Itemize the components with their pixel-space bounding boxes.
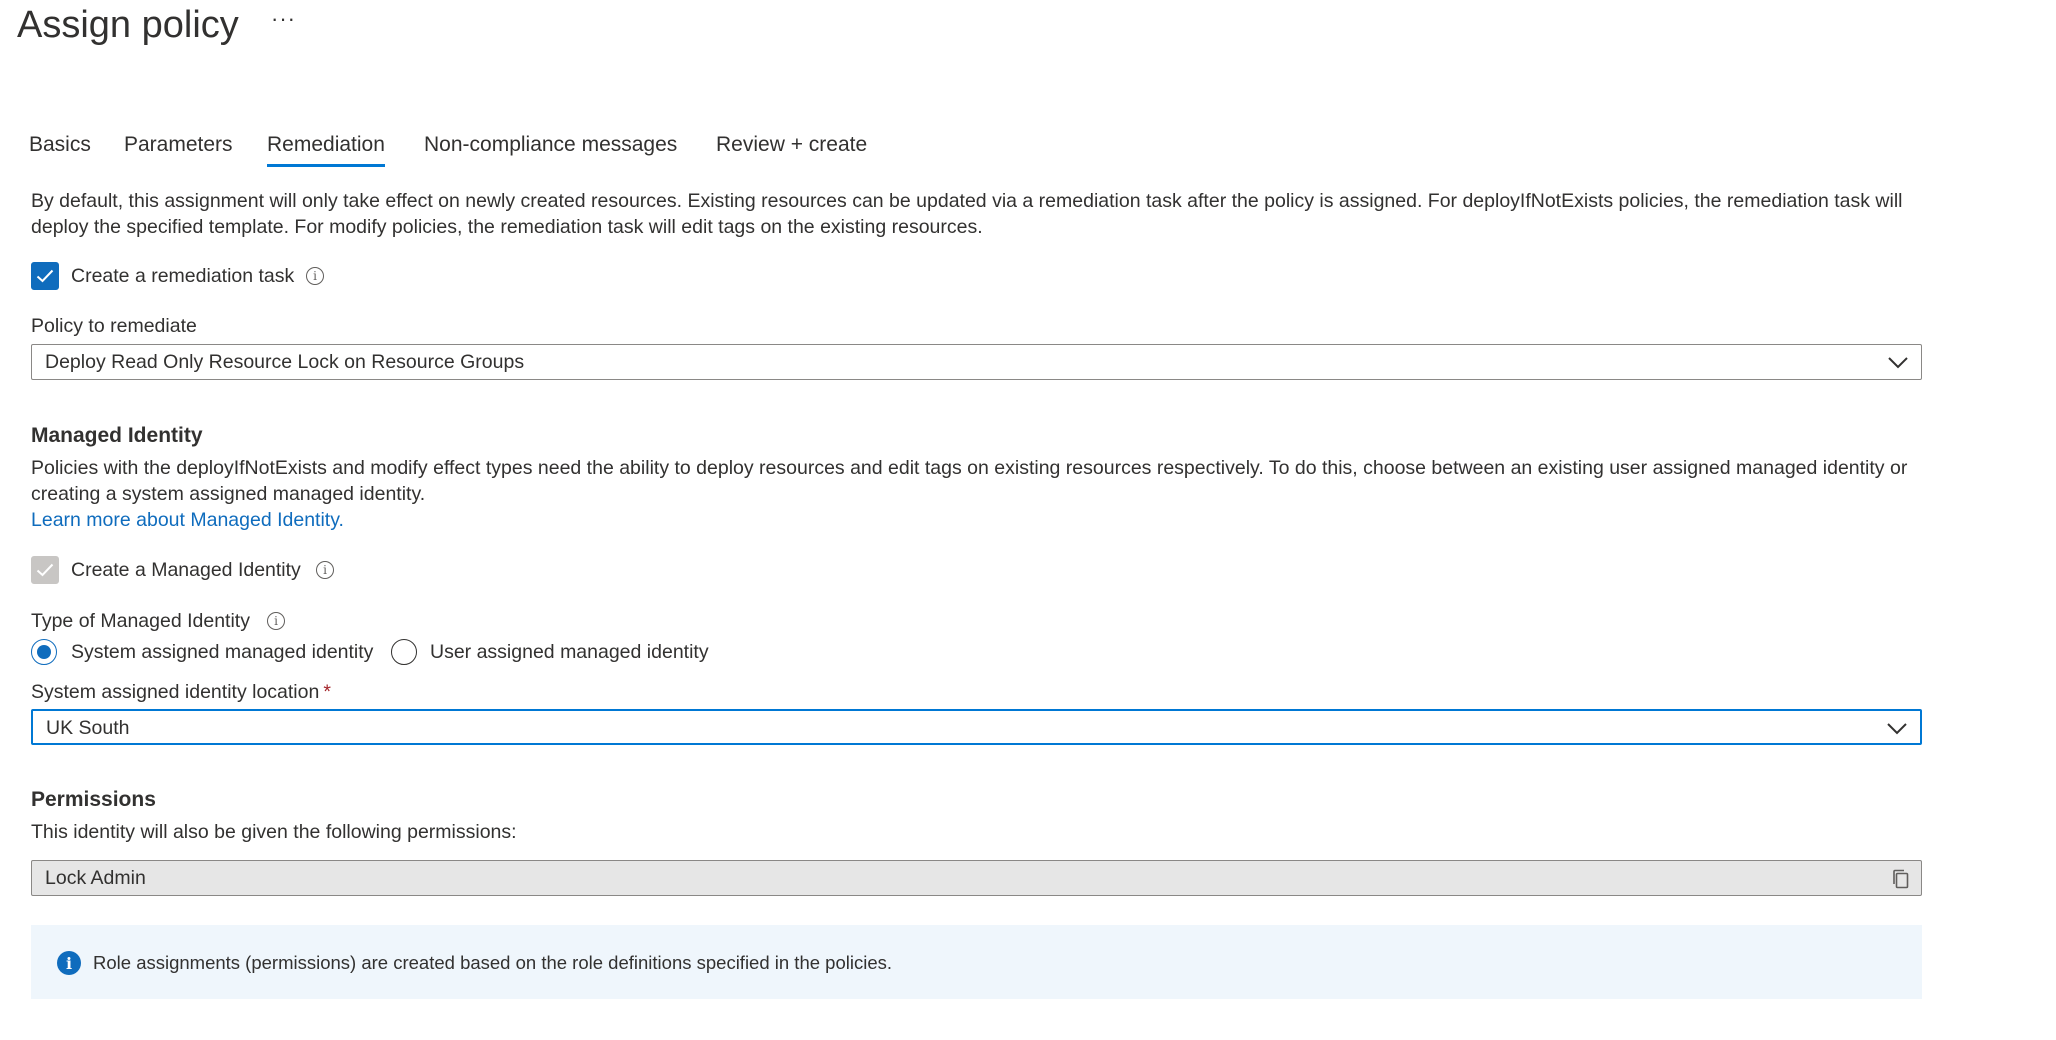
permissions-field: Lock Admin: [31, 860, 1922, 896]
tab-non-compliance-messages[interactable]: Non-compliance messages: [424, 126, 677, 164]
policy-to-remediate-label: Policy to remediate: [31, 315, 197, 337]
identity-location-value: UK South: [46, 717, 130, 739]
tab-remediation[interactable]: Remediation: [267, 126, 385, 167]
policy-to-remediate-value: Deploy Read Only Resource Lock on Resour…: [45, 351, 525, 373]
permissions-desc: This identity will also be given the fol…: [31, 821, 517, 843]
policy-to-remediate-dropdown[interactable]: Deploy Read Only Resource Lock on Resour…: [31, 344, 1922, 380]
managed-identity-type-label: Type of Managed Identity: [31, 610, 250, 632]
copy-icon[interactable]: [1891, 868, 1911, 890]
system-assigned-label[interactable]: System assigned managed identity: [71, 639, 373, 665]
create-managed-identity-checkbox: [31, 556, 59, 584]
user-assigned-radio[interactable]: [391, 639, 417, 665]
identity-location-dropdown[interactable]: UK South: [31, 709, 1922, 745]
managed-identity-heading: Managed Identity: [31, 424, 203, 447]
identity-location-label: System assigned identity location *: [31, 679, 331, 705]
chevron-down-icon: [1887, 723, 1907, 735]
tab-review-create[interactable]: Review + create: [716, 126, 867, 164]
identity-location-label-text: System assigned identity location: [31, 681, 320, 703]
remediation-intro-line-1: By default, this assignment will only ta…: [31, 190, 1903, 212]
info-icon: i: [57, 951, 81, 975]
more-options-button[interactable]: ···: [271, 6, 296, 32]
learn-more-managed-identity-link[interactable]: Learn more about Managed Identity.: [31, 507, 344, 533]
chevron-down-icon: [1888, 357, 1908, 369]
create-remediation-task-checkbox[interactable]: [31, 262, 59, 290]
info-message-text: Role assignments (permissions) are creat…: [93, 952, 893, 973]
info-icon[interactable]: i: [306, 267, 324, 285]
required-marker: *: [323, 681, 331, 703]
permissions-heading: Permissions: [31, 788, 156, 811]
permissions-value: Lock Admin: [45, 867, 146, 889]
tab-parameters[interactable]: Parameters: [124, 126, 233, 164]
create-remediation-task-label: Create a remediation task: [71, 265, 295, 287]
create-managed-identity-label: Create a Managed Identity: [71, 559, 301, 581]
managed-identity-desc-line-2: creating a system assigned managed ident…: [31, 483, 426, 505]
radio-selected-dot: [37, 645, 51, 659]
info-icon[interactable]: i: [267, 612, 285, 630]
user-assigned-label[interactable]: User assigned managed identity: [430, 639, 709, 665]
page-title: Assign policy: [17, 4, 239, 46]
tab-basics[interactable]: Basics: [29, 126, 91, 164]
system-assigned-radio[interactable]: [31, 639, 57, 665]
info-message-bar: i Role assignments (permissions) are cre…: [31, 925, 1922, 999]
info-icon[interactable]: i: [316, 561, 334, 579]
managed-identity-desc-line-1: Policies with the deployIfNotExists and …: [31, 457, 1908, 479]
remediation-intro-line-2: deploy the specified template. For modif…: [31, 216, 983, 238]
checkmark-icon: [36, 563, 54, 577]
checkmark-icon: [36, 269, 54, 283]
